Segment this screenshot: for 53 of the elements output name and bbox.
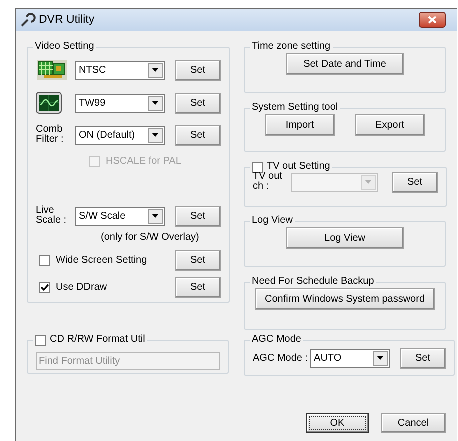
checkbox-label: HSCALE for PAL [106,156,182,166]
close-icon [428,16,437,24]
field-label: Comb Filter : [36,125,65,145]
set-button[interactable]: Set [175,250,221,271]
group-title: Need For Schedule Backup [252,276,374,288]
dropdown-arrow-icon [152,214,159,218]
window-title: DVR Utility [39,14,96,26]
dropdown-arrow-icon [152,101,159,105]
tool-button[interactable]: Export [355,114,425,136]
checkbox[interactable] [39,255,50,266]
checkbox-label: Use DDraw [56,282,108,293]
log-view-button[interactable]: Log View [286,227,404,249]
set-button[interactable]: Set [175,206,221,226]
checkbox-label: Wide Screen Setting [56,255,148,266]
set-button[interactable]: Set [175,124,221,146]
group-title: Time zone setting [252,41,331,53]
dropdown-arrow-icon [377,356,384,360]
dropdown-field[interactable]: ON (Default) [75,126,165,144]
dropdown-field[interactable]: S/W Scale [75,206,165,226]
close-button[interactable] [419,12,446,28]
note-text: (only for S/W Overlay) [101,232,200,242]
set-button[interactable]: Set [400,348,446,368]
group-title: System Setting tool [252,102,338,114]
field-label: AGC Mode : [253,352,308,364]
dropdown-arrow-icon [365,180,372,184]
checkbox[interactable] [39,282,50,293]
dropdown-arrow-icon [152,68,159,72]
dropdown-field[interactable]: TW99 [75,94,165,112]
waveform-monitor-icon [36,92,62,114]
set-button[interactable]: Set [392,172,438,192]
field-label: TV out ch : [253,172,284,192]
set-button[interactable]: Set [175,277,221,298]
group-title: CD R/RW Format Util [50,334,146,346]
set-date-time-button[interactable]: Set Date and Time [286,53,404,75]
group-title: AGC Mode [252,334,302,346]
checkbox[interactable] [35,334,46,346]
set-button[interactable]: Set [175,92,221,114]
set-button[interactable]: Set [175,60,221,80]
dropdown-field[interactable]: NTSC [75,60,165,80]
dropdown-field[interactable]: AUTO [310,348,390,368]
cancel-button[interactable]: Cancel [381,413,446,433]
group-title: TV out Setting [267,161,330,172]
ok-button[interactable]: OK [306,413,369,433]
dropdown-arrow-icon [152,133,159,137]
dropdown-field[interactable] [291,172,378,192]
circuit-board-icon [36,59,68,81]
wrench-icon [20,13,36,27]
tool-button[interactable]: Import [265,114,335,136]
field-label: Live Scale : [36,206,68,226]
group-title: Video Setting [35,41,94,53]
checkbox[interactable] [252,162,263,172]
confirm-password-button[interactable]: Confirm Windows System password [255,288,435,310]
group-title: Log View [252,215,293,227]
